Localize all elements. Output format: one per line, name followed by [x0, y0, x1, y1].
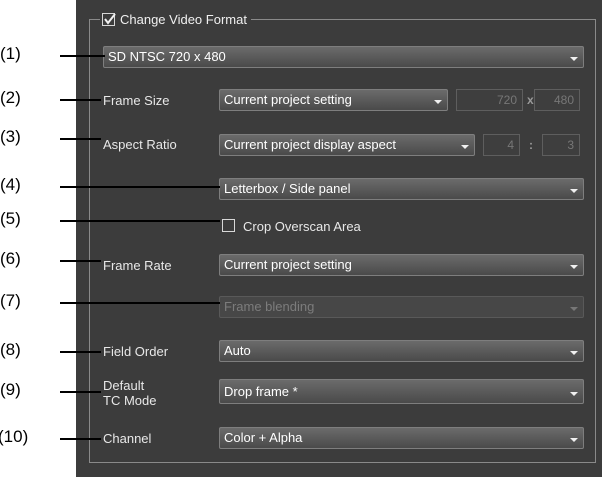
callout-5: (5): [0, 209, 21, 228]
field-order-label: Field Order: [103, 344, 169, 359]
chevron-down-icon: [570, 392, 578, 396]
callout-10: (10): [0, 427, 29, 446]
chevron-down-icon: [570, 351, 578, 355]
callout-line-7: [60, 302, 220, 304]
frame-size-label: Frame Size: [103, 93, 170, 108]
letterbox-dropdown[interactable]: Letterbox / Side panel: [219, 178, 584, 200]
callout-line-2: [60, 99, 101, 101]
tc-mode-label: Default TC Mode: [103, 378, 156, 408]
chevron-down-icon: [434, 100, 442, 104]
aspect-separator: :: [529, 138, 533, 152]
frame-rate-dropdown[interactable]: Current project setting: [219, 254, 584, 276]
field-order-value: Auto: [224, 343, 251, 358]
callout-line-6: [60, 260, 101, 262]
callout-3: (3): [0, 127, 21, 146]
aspect-height-field[interactable]: 3: [542, 134, 580, 156]
tc-mode-dropdown[interactable]: Drop frame *: [219, 379, 584, 404]
channel-label: Channel: [103, 431, 152, 446]
channel-value: Color + Alpha: [224, 430, 303, 445]
frame-size-value: Current project setting: [224, 92, 352, 107]
field-order-dropdown[interactable]: Auto: [219, 340, 584, 362]
checkmark-icon: [104, 12, 116, 25]
frame-rate-label: Frame Rate: [103, 258, 172, 273]
chevron-down-icon: [461, 145, 469, 149]
chevron-down-icon: [570, 265, 578, 269]
chevron-down-icon: [570, 438, 578, 442]
group-title: Change Video Format: [120, 11, 247, 27]
chevron-down-icon: [570, 307, 578, 311]
callout-line-10: [60, 438, 101, 440]
callout-line-9: [60, 391, 101, 393]
callout-6: (6): [0, 249, 21, 268]
frame-blending-dropdown: Frame blending: [219, 296, 584, 318]
tc-mode-value: Drop frame *: [224, 384, 298, 399]
callout-line-3: [60, 138, 101, 140]
callout-4: (4): [0, 175, 21, 194]
frame-rate-value: Current project setting: [224, 257, 352, 272]
frame-height-field[interactable]: 480: [534, 89, 580, 111]
format-preset-value: SD NTSC 720 x 480: [108, 49, 226, 64]
callout-line-4: [60, 186, 220, 188]
crop-overscan-label[interactable]: Crop Overscan Area: [243, 219, 361, 235]
chevron-down-icon: [570, 189, 578, 193]
channel-dropdown[interactable]: Color + Alpha: [219, 427, 584, 449]
chevron-down-icon: [570, 57, 578, 61]
callout-line-5: [60, 220, 220, 222]
frame-width-field[interactable]: 720: [456, 89, 523, 111]
callout-line-8: [60, 351, 101, 353]
frame-size-separator: x: [527, 93, 534, 107]
callout-9: (9): [0, 380, 21, 399]
format-preset-dropdown[interactable]: SD NTSC 720 x 480: [103, 46, 584, 68]
change-video-format-checkbox[interactable]: [102, 12, 116, 26]
frame-blending-value: Frame blending: [224, 299, 315, 314]
change-video-format-group[interactable]: Change Video Format: [100, 9, 251, 29]
callout-7: (7): [0, 291, 21, 310]
callout-8: (8): [0, 340, 21, 359]
callout-2: (2): [0, 88, 21, 107]
aspect-ratio-value: Current project display aspect: [224, 137, 396, 152]
aspect-width-field[interactable]: 4: [483, 134, 520, 156]
tc-mode-label-line2: TC Mode: [103, 393, 157, 408]
frame-size-dropdown[interactable]: Current project setting: [219, 89, 448, 111]
crop-overscan-checkbox[interactable]: [222, 219, 235, 232]
tc-mode-label-line1: Default: [103, 378, 145, 393]
callout-1: (1): [0, 44, 21, 63]
letterbox-value: Letterbox / Side panel: [224, 181, 351, 196]
aspect-ratio-dropdown[interactable]: Current project display aspect: [219, 134, 475, 156]
callout-line-1: [60, 55, 105, 57]
aspect-ratio-label: Aspect Ratio: [103, 137, 177, 152]
